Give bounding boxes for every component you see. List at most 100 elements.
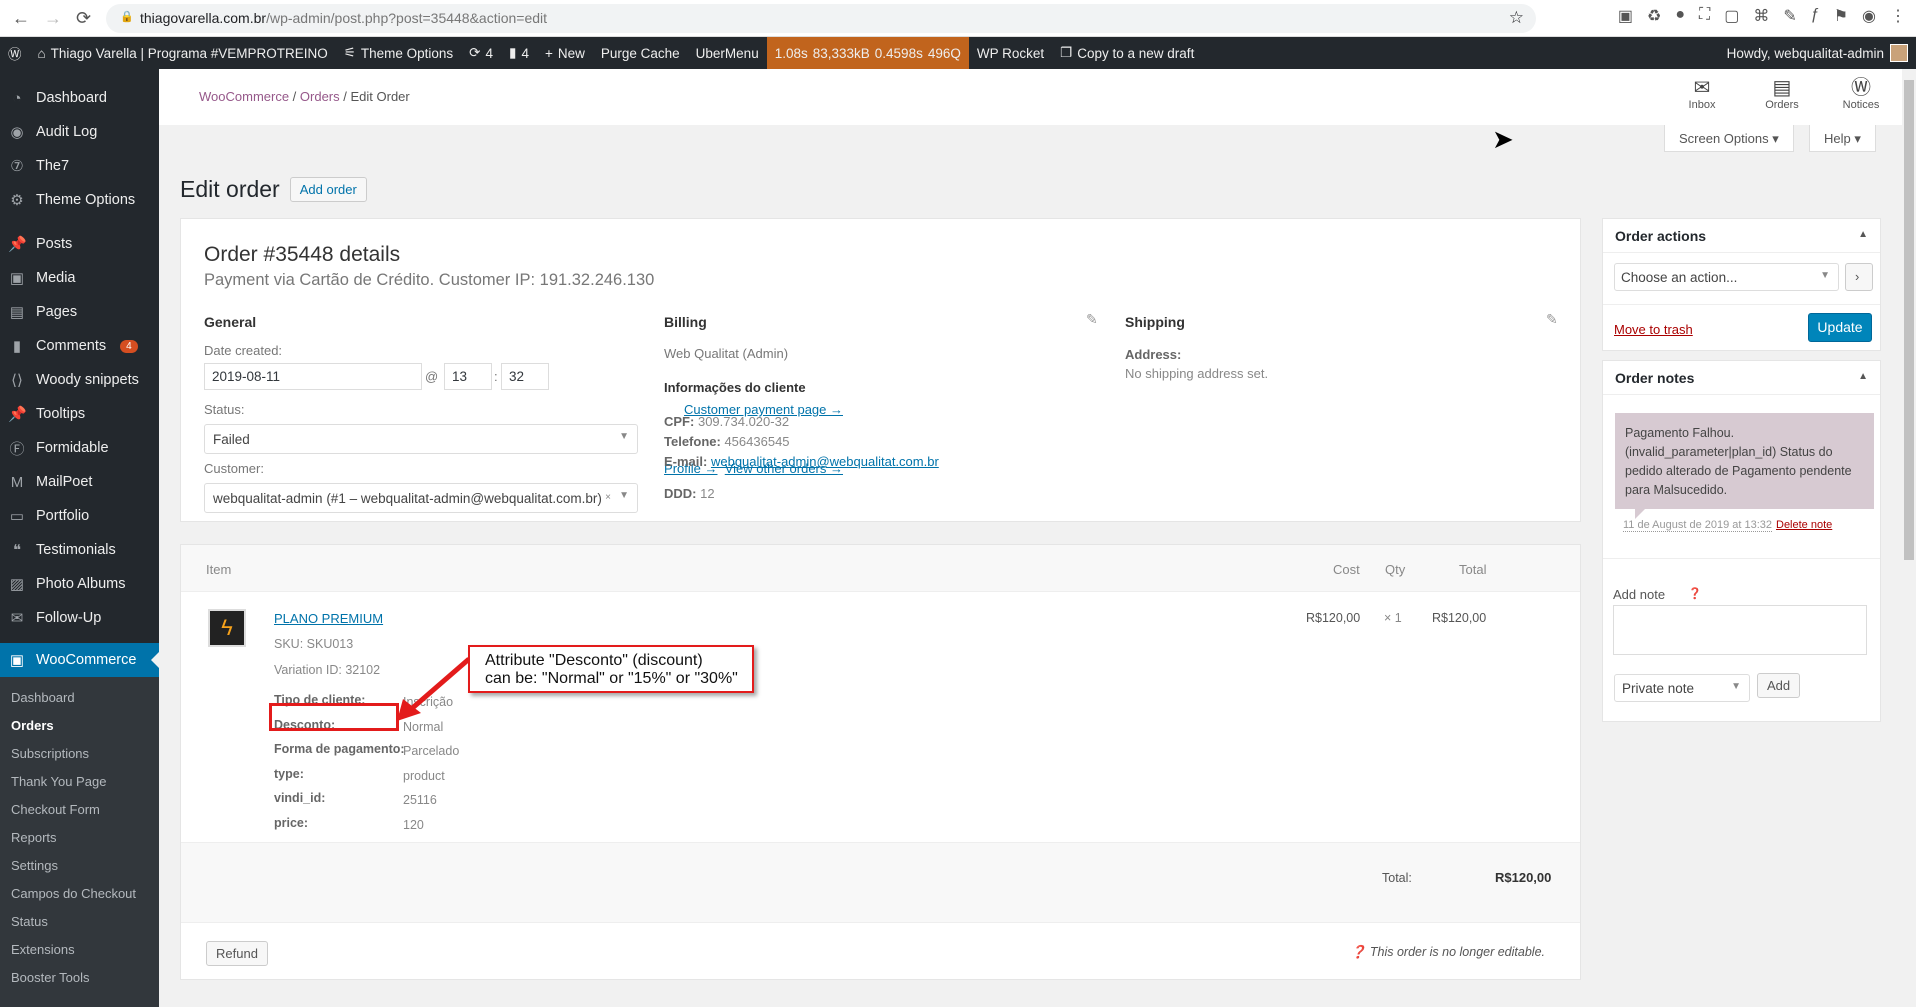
wordpress-logo-icon[interactable]: Ⓦ <box>0 37 30 69</box>
submenu-item-campos-do-checkout[interactable]: Campos do Checkout <box>0 879 159 907</box>
submenu-item-settings[interactable]: Settings <box>0 851 159 879</box>
orders-button[interactable]: ▤ Orders <box>1757 77 1807 111</box>
crumb-current: Edit Order <box>350 89 410 104</box>
extension-icon[interactable]: ▢ <box>1724 6 1739 26</box>
col-cost: Cost <box>1333 562 1360 577</box>
crumb-orders[interactable]: Orders <box>300 89 340 104</box>
minute-input[interactable]: 32 <box>501 363 549 390</box>
date-input[interactable]: 2019-08-11 <box>204 363 422 390</box>
note-textarea[interactable] <box>1613 605 1867 655</box>
sidebar-item-media[interactable]: ▣ Media <box>0 261 159 295</box>
submenu-item-extensions[interactable]: Extensions <box>0 935 159 963</box>
sidebar-item-posts[interactable]: 📌 Posts <box>0 227 159 261</box>
help-icon[interactable]: ❓ <box>1688 587 1702 600</box>
theme-options-link[interactable]: ⚟ Theme Options <box>336 37 461 69</box>
collapse-icon[interactable]: ▲ <box>1858 371 1868 382</box>
page-title: Edit order <box>180 176 280 202</box>
apply-action-button[interactable]: › <box>1845 263 1873 291</box>
address-bar[interactable]: 🔒 thiagovarella.com.br/wp-admin/post.php?… <box>106 4 1536 33</box>
extension-icon[interactable]: ▣ <box>1618 6 1633 26</box>
submenu-item-orders[interactable]: Orders <box>0 711 159 739</box>
update-button[interactable]: Update <box>1808 313 1872 342</box>
code-icon[interactable]: ⌘ <box>1753 6 1769 26</box>
sidebar-item-pages[interactable]: ▤ Pages <box>0 295 159 329</box>
submenu-item-checkout-form[interactable]: Checkout Form <box>0 795 159 823</box>
query-monitor[interactable]: 1.08s 83,333kB 0.4598s 496Q <box>766 37 969 69</box>
home-icon: ⌂ <box>37 45 46 61</box>
add-order-button[interactable]: Add order <box>289 177 367 202</box>
customer-label: Customer: <box>204 461 264 476</box>
submenu-item-status[interactable]: Status <box>0 907 159 935</box>
annotation-line2: can be: "Normal" or "15%" or "30%" <box>485 670 738 687</box>
screen-options-button[interactable]: Screen Options ▾ <box>1664 125 1794 152</box>
sidebar-item-audit-log[interactable]: ◉ Audit Log <box>0 115 159 149</box>
back-icon[interactable]: ← <box>12 8 30 29</box>
sidebar-item-tooltips[interactable]: 📌 Tooltips <box>0 397 159 431</box>
extensions: ▣ ♻ ● ⛶ ▢ ⌘ ✎ ƒ ⚑ ◉ ⋮ <box>1618 6 1906 26</box>
forward-icon[interactable]: → <box>44 8 62 29</box>
bookmark-icon[interactable]: ⚑ <box>1834 6 1848 26</box>
eyedropper-icon[interactable]: ✎ <box>1783 6 1796 26</box>
hour-input[interactable]: 13 <box>444 363 492 390</box>
updates-link[interactable]: ⟳ 4 <box>461 37 501 69</box>
product-link[interactable]: PLANO PREMIUM <box>274 611 383 626</box>
move-to-trash-link[interactable]: Move to trash <box>1614 322 1693 337</box>
refund-button[interactable]: Refund <box>206 941 268 966</box>
sidebar-item-mailpoet[interactable]: M MailPoet <box>0 465 159 499</box>
sidebar-item-formidable[interactable]: Ⓕ Formidable <box>0 431 159 465</box>
chevron-down-icon: ▼ <box>619 490 629 501</box>
notices-button[interactable]: Ⓦ Notices <box>1836 77 1886 111</box>
submenu-item-booster-tools[interactable]: Booster Tools <box>0 963 159 991</box>
help-button[interactable]: Help ▾ <box>1809 125 1876 152</box>
account-menu[interactable]: Howdy, webqualitat-admin <box>1727 44 1916 62</box>
submenu-item-dashboard[interactable]: Dashboard <box>0 683 159 711</box>
ubermenu-link[interactable]: UberMenu <box>688 37 767 69</box>
submenu-item-reports[interactable]: Reports <box>0 823 159 851</box>
col-total: Total <box>1459 562 1487 577</box>
screenshot-icon[interactable]: ⛶ <box>1699 6 1710 26</box>
extension-icon[interactable]: ● <box>1675 6 1685 26</box>
label: Theme Options <box>36 192 136 208</box>
sidebar-item-testimonials[interactable]: ❝ Testimonials <box>0 533 159 567</box>
pages-icon: ▤ <box>9 304 25 321</box>
crumb-woocommerce[interactable]: WooCommerce <box>199 89 289 104</box>
sidebar-item-woocommerce[interactable]: ▣ WooCommerce <box>0 643 159 677</box>
new-link[interactable]: + New <box>537 37 593 69</box>
submenu-item-subscriptions[interactable]: Subscriptions <box>0 739 159 767</box>
collapse-icon[interactable]: ▲ <box>1858 229 1868 240</box>
label: Help <box>1824 131 1851 146</box>
sidebar-item-dashboard[interactable]: ◔ Dashboard <box>0 81 159 115</box>
site-link[interactable]: ⌂ Thiago Varella | Programa #VEMPROTREINO <box>30 37 336 69</box>
submenu-item-thank-you-page[interactable]: Thank You Page <box>0 767 159 795</box>
profile-icon[interactable]: ◉ <box>1862 6 1876 26</box>
sidebar-item-comments[interactable]: ▮ Comments 4 <box>0 329 159 363</box>
recycle-icon[interactable]: ♻ <box>1647 6 1661 26</box>
add-note-button[interactable]: Add <box>1757 673 1801 698</box>
wp-rocket-link[interactable]: WP Rocket <box>969 37 1052 69</box>
copy-draft-link[interactable]: ❐ Copy to a new draft <box>1052 37 1202 69</box>
order-action-select[interactable]: Choose an action... ▼ <box>1614 263 1839 291</box>
font-icon[interactable]: ƒ <box>1811 6 1820 26</box>
scrollbar-thumb[interactable] <box>1904 80 1914 560</box>
star-icon[interactable]: ☆ <box>1509 8 1524 28</box>
clear-icon[interactable]: × <box>605 492 611 503</box>
variation-id: Variation ID: 32102 <box>274 663 381 677</box>
inbox-button[interactable]: ✉ Inbox <box>1677 77 1727 111</box>
email-link[interactable]: webqualitat-admin@webqualitat.com.br <box>711 454 939 469</box>
sidebar-item-follow-up[interactable]: ✉ Follow-Up <box>0 601 159 635</box>
menu-icon[interactable]: ⋮ <box>1890 6 1906 26</box>
status-select[interactable]: Failed ▼ <box>204 424 638 454</box>
delete-note-link[interactable]: Delete note <box>1776 519 1832 531</box>
edit-shipping-icon[interactable]: ✎ <box>1546 311 1558 328</box>
sidebar-item-woody-snippets[interactable]: ⟨⟩ Woody snippets <box>0 363 159 397</box>
sidebar-item-portfolio[interactable]: ▭ Portfolio <box>0 499 159 533</box>
customer-select[interactable]: webqualitat-admin (#1 – webqualitat-admi… <box>204 483 638 513</box>
sidebar-item-theme-options[interactable]: ⚙ Theme Options <box>0 183 159 217</box>
sidebar-item-the7[interactable]: ⑦ The7 <box>0 149 159 183</box>
edit-billing-icon[interactable]: ✎ <box>1086 311 1098 328</box>
sidebar-item-photo-albums[interactable]: ▨ Photo Albums <box>0 567 159 601</box>
comments-link[interactable]: ▮ 4 <box>501 37 537 69</box>
note-type-select[interactable]: Private note ▼ <box>1614 674 1750 702</box>
reload-icon[interactable]: ⟳ <box>76 8 91 29</box>
purge-cache-link[interactable]: Purge Cache <box>593 37 688 69</box>
